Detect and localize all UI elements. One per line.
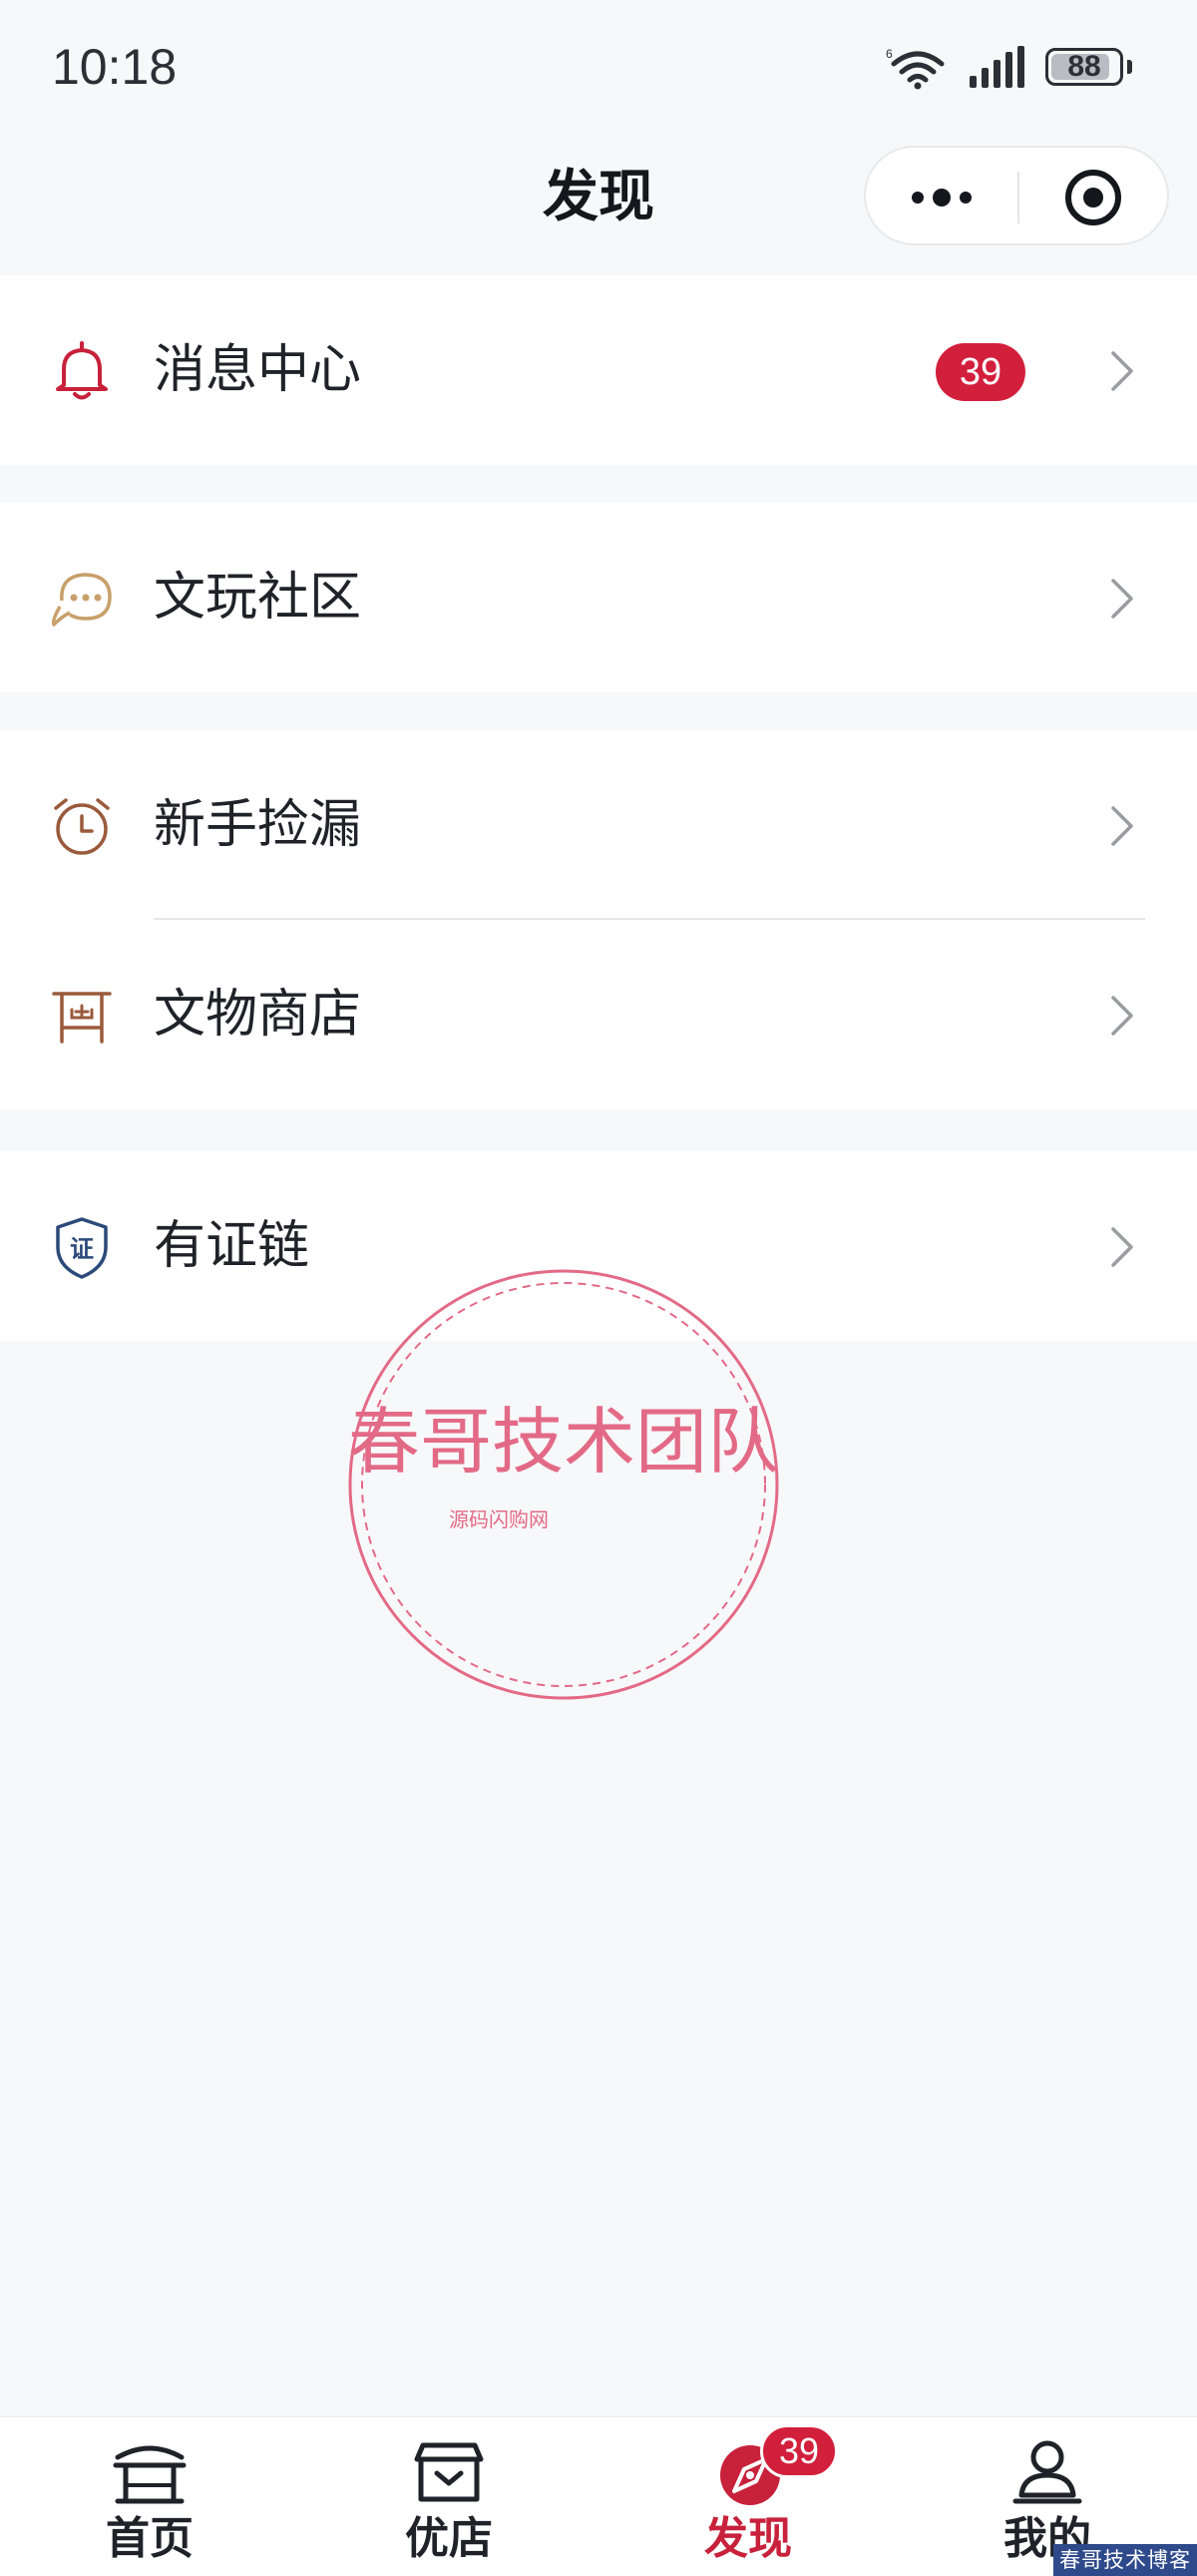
more-button[interactable] xyxy=(866,148,1017,247)
more-dots-icon xyxy=(912,189,972,207)
wifi-icon: 6 xyxy=(886,47,945,90)
close-miniprogram-button[interactable] xyxy=(1019,148,1171,247)
tab-home[interactable]: 首页 xyxy=(0,2417,299,2576)
target-icon xyxy=(1065,170,1121,225)
menu-label-relic-shop: 文物商店 xyxy=(154,985,362,1045)
user-icon xyxy=(1012,2440,1082,2504)
menu-label-community: 文玩社区 xyxy=(154,568,362,628)
tab-label-home: 首页 xyxy=(106,2513,194,2564)
watermark-stamp: 春哥技术团队 源码闪购网 xyxy=(348,1269,779,1700)
chevron-right-icon xyxy=(1111,806,1133,846)
stamp-title: 春哥技术团队 xyxy=(348,1400,779,1484)
capsule-menu xyxy=(864,146,1169,245)
menu-label-newbie-deals: 新手捡漏 xyxy=(154,795,362,855)
tab-label-discover: 发现 xyxy=(704,2513,792,2564)
chevron-right-icon xyxy=(1111,351,1133,391)
svg-text:证: 证 xyxy=(70,1235,94,1263)
tab-label-shop: 优店 xyxy=(405,2513,493,2564)
bell-icon xyxy=(56,341,108,400)
tab-shop[interactable]: 优店 xyxy=(299,2417,598,2576)
menu-item-message-center[interactable]: 消息中心 39 xyxy=(0,275,1197,465)
unread-count-badge: 39 xyxy=(936,343,1025,401)
stamp-subtitle: 源码闪购网 xyxy=(449,1507,549,1531)
menu-item-relic-shop[interactable]: 文物商店 xyxy=(0,920,1197,1109)
storefront-icon xyxy=(52,992,112,1044)
battery-indicator: 88 xyxy=(1045,48,1123,86)
chevron-right-icon xyxy=(1111,579,1133,619)
menu-group-shopping: 新手捡漏 文物商店 xyxy=(0,730,1197,1109)
battery-cap xyxy=(1127,60,1132,74)
status-time: 10:18 xyxy=(52,39,178,95)
tab-discover[interactable]: 发现 xyxy=(598,2417,898,2576)
shield-certificate-icon: 证 xyxy=(56,1217,108,1279)
signal-icon xyxy=(970,46,1024,88)
bottom-tab-bar: 首页 优店 发现 我的 xyxy=(0,2416,1197,2576)
shop-icon xyxy=(414,2442,484,2502)
chevron-right-icon xyxy=(1111,1227,1133,1267)
chevron-right-icon xyxy=(1111,996,1133,1036)
discover-badge: 39 xyxy=(760,2424,838,2478)
chat-bubbles-icon xyxy=(51,573,112,627)
home-gate-icon xyxy=(113,2445,187,2504)
svg-text:6: 6 xyxy=(886,47,893,61)
menu-item-newbie-deals[interactable]: 新手捡漏 xyxy=(0,730,1197,920)
status-icons: 6 88 xyxy=(886,42,1145,102)
alarm-clock-icon xyxy=(54,798,110,855)
status-bar: 10:18 6 88 xyxy=(0,0,1197,140)
menu-item-community[interactable]: 文玩社区 xyxy=(0,503,1197,692)
menu-group-messages: 消息中心 39 xyxy=(0,275,1197,465)
site-watermark: 春哥技术博客 xyxy=(1053,2544,1197,2576)
menu-group-community: 文玩社区 xyxy=(0,503,1197,692)
battery-text: 88 xyxy=(1067,50,1101,83)
menu-label-cert-chain: 有证链 xyxy=(154,1216,310,1276)
menu-label-message-center: 消息中心 xyxy=(154,340,362,400)
